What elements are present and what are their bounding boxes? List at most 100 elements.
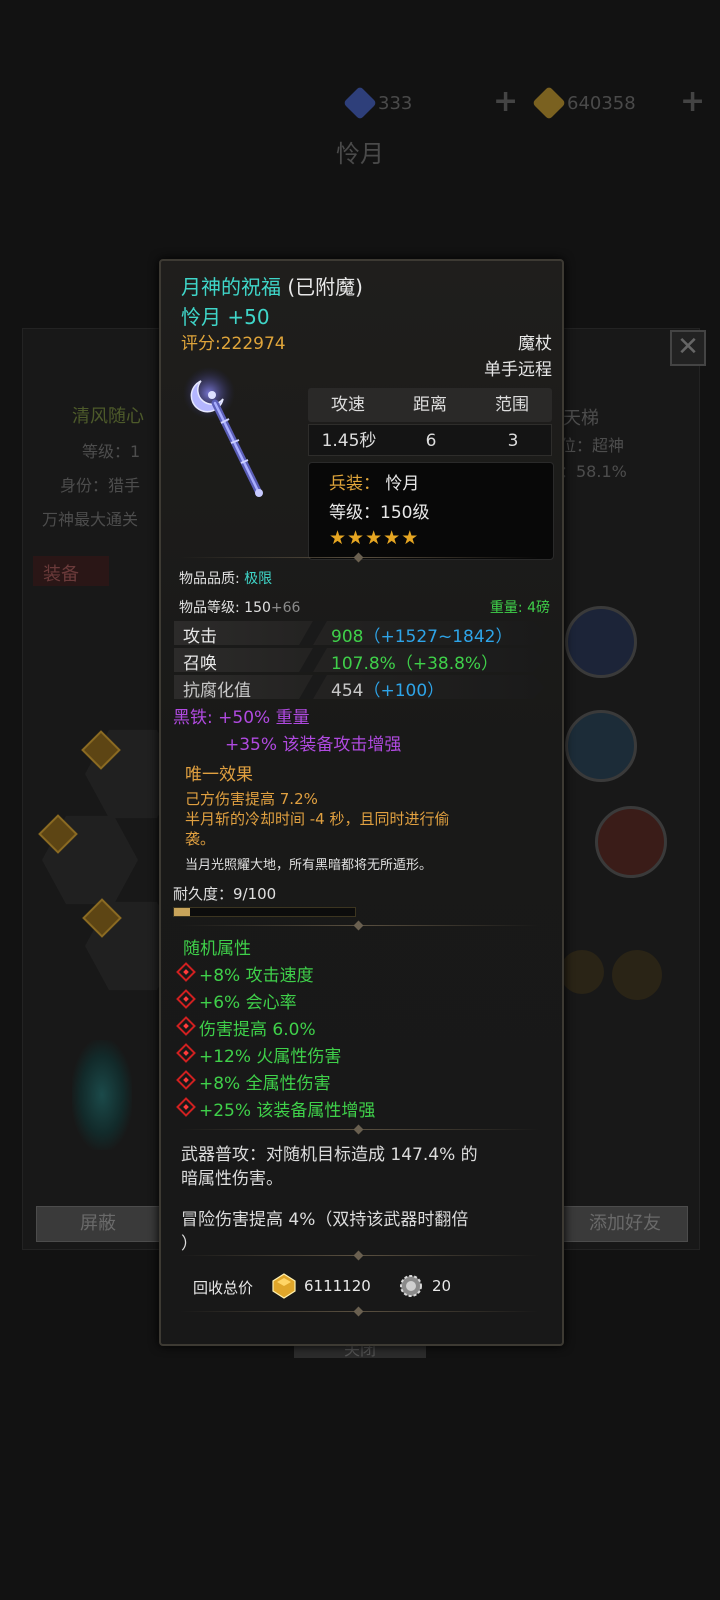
summon-base: 107.8% — [331, 654, 396, 674]
tree-skill-icon[interactable] — [565, 710, 637, 782]
stats-value-row: 1.45秒 6 3 — [308, 424, 552, 456]
item-hand-type: 单手远程 — [484, 360, 552, 380]
item-subtitle: 怜月 +50 — [181, 305, 270, 329]
enchant-status: (已附魔) — [287, 275, 363, 299]
red-diamond-icon — [176, 1043, 196, 1063]
red-diamond-icon — [176, 1016, 196, 1036]
add-friend-button[interactable]: 添加好友 — [562, 1206, 688, 1242]
durability-fill — [174, 908, 191, 916]
equip-tab[interactable]: 装备 — [33, 556, 109, 586]
divider — [179, 1306, 539, 1317]
divider — [179, 1124, 539, 1135]
wing-rune-icon — [612, 950, 662, 1000]
eye-skill-icon[interactable] — [565, 606, 637, 678]
summon-bonus: （+38.8%） — [395, 654, 499, 674]
unique-effect-1: 己方伤害提高 7.2% — [185, 790, 318, 808]
item-level-bonus: +66 — [270, 600, 301, 616]
player-note: 万神最大通关 — [42, 510, 139, 529]
item-tooltip: 月神的祝福 (已附魔) 怜月 +50 评分:222974 魔杖 单手远程 攻速 — [159, 259, 564, 1346]
random-attr-4: +12% 火属性伤害 — [176, 1042, 341, 1067]
player-level: 等级：1 — [82, 442, 141, 461]
header-distance: 距离 — [413, 395, 447, 415]
red-diamond-icon — [176, 1097, 196, 1117]
level-line: 等级：150级 — [329, 498, 429, 523]
star-icon: ★ — [329, 527, 347, 549]
star-icon: ★ — [365, 527, 383, 549]
weapon-label: 兵装： — [329, 474, 380, 494]
black-iron-effect-2: +35% 该装备攻击增强 — [225, 735, 402, 755]
black-iron-label: 黑铁: — [173, 708, 213, 728]
gold-crystal-icon — [271, 1273, 297, 1299]
unique-effect-2-cont: 袭。 — [185, 830, 216, 848]
gem-counter: 333 — [343, 86, 412, 120]
corruption-bonus: （+100） — [363, 681, 445, 701]
gem-icon — [343, 86, 377, 120]
item-level-base: 150 — [244, 600, 271, 616]
attr-summon-name: 召唤 — [183, 654, 217, 674]
flavor-text: 当月光照耀大地，所有黑暗都将无所遁形。 — [185, 858, 433, 873]
header-range: 范围 — [495, 395, 529, 415]
red-diamond-icon — [176, 1070, 196, 1090]
random-attrs-title: 随机属性 — [183, 939, 251, 959]
item-level-label: 物品等级: — [179, 600, 240, 616]
attack-base: 908 — [331, 627, 364, 647]
item-level-line: 物品等级: 150+66 — [179, 597, 300, 617]
ladder-label: 天梯 — [563, 408, 599, 429]
value-range: 3 — [507, 431, 519, 451]
attr-corruption-name: 抗腐化值 — [183, 681, 251, 701]
level-label: 等级： — [329, 503, 380, 523]
random-attr-6: +25% 该装备属性增强 — [176, 1096, 375, 1121]
attr-attack-name: 攻击 — [183, 627, 217, 647]
star-rating: ★★★★★ — [329, 527, 419, 549]
weapon-attack-text: 武器普攻：对随机目标造成 147.4% 的 — [181, 1145, 478, 1165]
block-button[interactable]: 屏蔽 — [36, 1206, 160, 1242]
weapon-line: 兵装： 怜月 — [329, 469, 419, 494]
attr-summon-value: 107.8%（+38.8%） — [331, 649, 498, 674]
corruption-base: 454 — [331, 681, 364, 701]
adventure-text: 冒险伤害提高 4%（双持该武器时翻倍 — [181, 1210, 469, 1230]
divider — [179, 552, 539, 563]
weapon-stats-table: 攻速 距离 范围 1.45秒 6 3 — [308, 388, 552, 456]
add-gems-icon[interactable]: + — [493, 84, 518, 119]
durability-bar — [173, 907, 356, 917]
ladder-rate: ：58.1% — [560, 462, 627, 481]
recycle-gold-value: 6111120 — [304, 1277, 371, 1295]
bg-page-title: 怜月 — [336, 140, 384, 168]
player-role: 身份：猎手 — [60, 476, 141, 495]
player-name: 清风随心 — [72, 406, 144, 427]
random-attr-3: 伤害提高 6.0% — [176, 1015, 316, 1040]
red-diamond-icon — [176, 989, 196, 1009]
weight-value: 4磅 — [527, 600, 550, 616]
item-name: 月神的祝福 — [181, 275, 281, 299]
quality-label: 物品品质: — [179, 571, 240, 587]
divider — [179, 920, 539, 931]
ladder-rank: 位：超神 — [560, 436, 625, 455]
add-gold-icon[interactable]: + — [680, 84, 705, 119]
adventure-text-cont: ） — [181, 1234, 198, 1254]
recycle-gear-value: 20 — [432, 1277, 452, 1295]
value-attack-speed: 1.45秒 — [321, 431, 377, 451]
item-score: 评分:222974 — [181, 334, 286, 354]
blade-skill-icon[interactable] — [595, 806, 667, 878]
value-distance: 6 — [425, 431, 437, 451]
item-type: 魔杖 — [518, 334, 552, 354]
star-icon: ★ — [383, 527, 401, 549]
gear-material-icon — [398, 1273, 424, 1299]
attr-attack-value: 908（+1527~1842） — [331, 622, 512, 647]
star-icon: ★ — [401, 527, 419, 549]
weapon-attack-text-cont: 暗属性伤害。 — [181, 1169, 283, 1189]
attack-bonus: （+1527~1842） — [363, 627, 513, 647]
black-iron-line-1: 黑铁: +50% 重量 — [173, 703, 310, 728]
level-value: 150级 — [380, 503, 430, 523]
close-icon[interactable]: ✕ — [670, 330, 706, 366]
gold-icon — [532, 86, 566, 120]
durability-label: 耐久度：9/100 — [173, 885, 277, 903]
random-attr-5: +8% 全属性伤害 — [176, 1069, 331, 1094]
random-attr-2: +6% 会心率 — [176, 988, 297, 1013]
random-attr-1: +8% 攻击速度 — [176, 961, 314, 986]
gold-count: 640358 — [567, 92, 636, 114]
weight-label: 重量: — [489, 600, 523, 616]
unique-effect-title: 唯一效果 — [185, 765, 253, 785]
attr-corruption-value: 454（+100） — [331, 676, 444, 701]
gold-counter: 640358 — [532, 86, 636, 120]
